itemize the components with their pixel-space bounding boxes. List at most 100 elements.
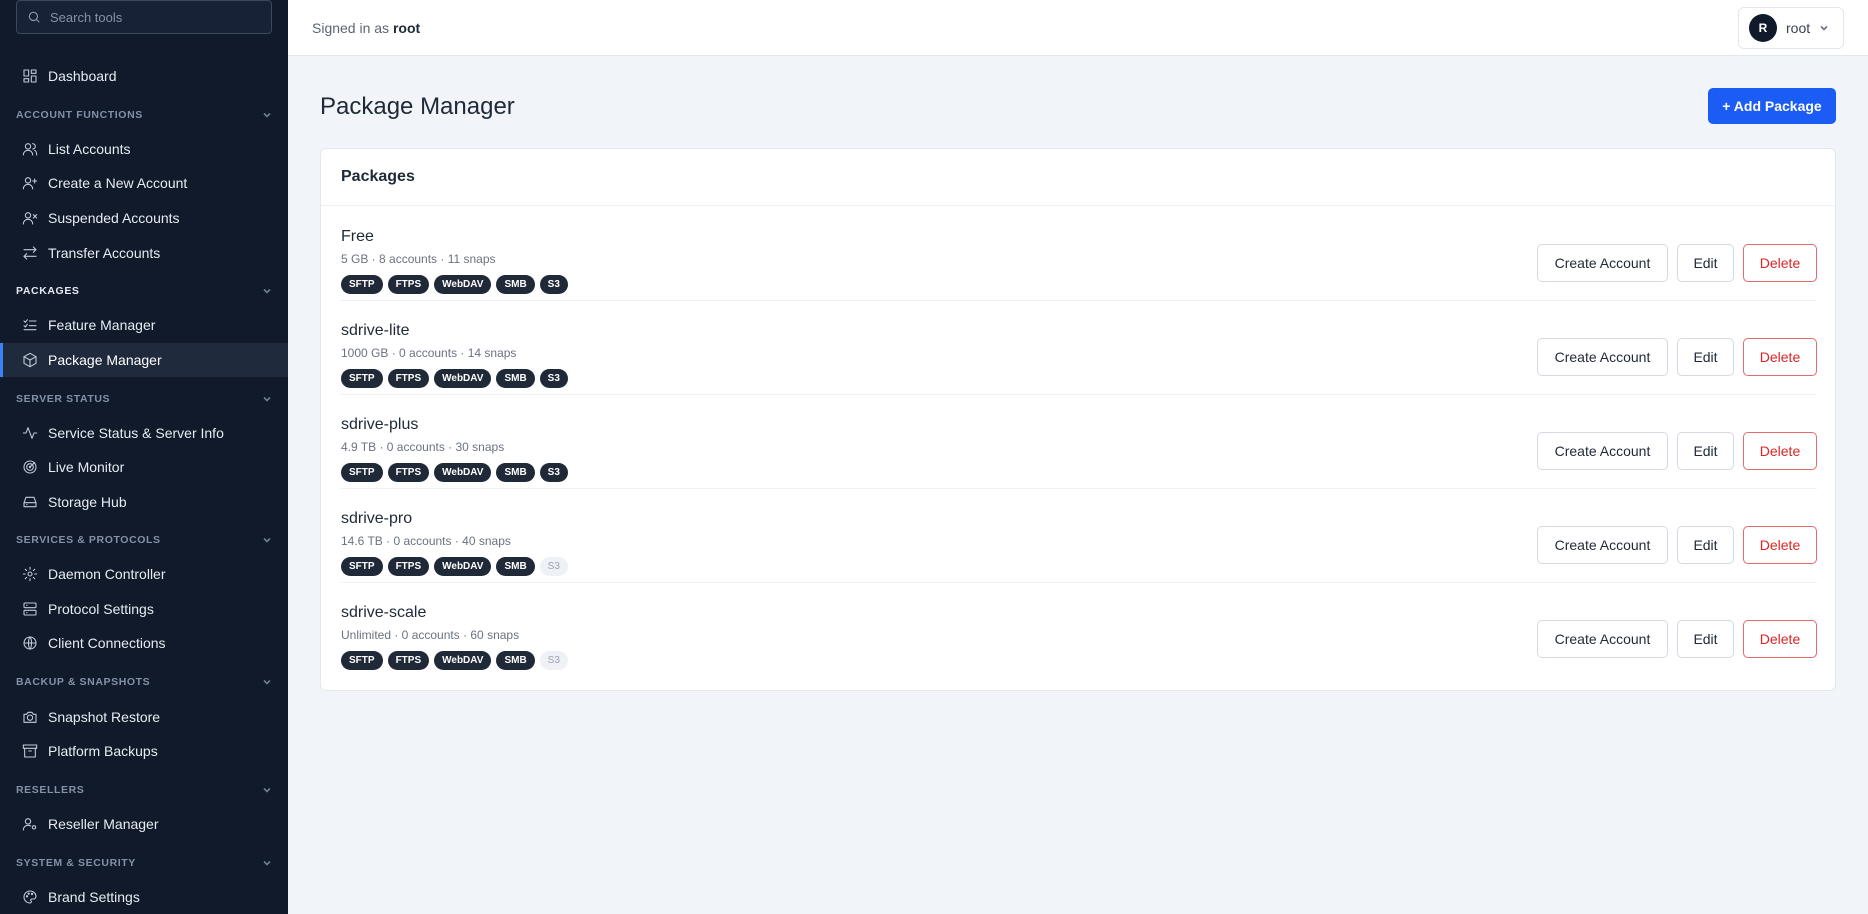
- protocol-badge: S3: [539, 463, 568, 482]
- section-services-protocols[interactable]: SERVICES & PROTOCOLS: [0, 530, 288, 550]
- sidebar-item-brand-settings[interactable]: Brand Settings: [0, 880, 288, 914]
- create-account-button[interactable]: Create Account: [1537, 620, 1668, 658]
- sidebar-item-suspended-accounts[interactable]: Suspended Accounts: [0, 201, 288, 235]
- sidebar-item-label: List Accounts: [48, 141, 131, 157]
- protocol-badges: SFTP FTPS WebDAV SMB S3: [341, 557, 568, 576]
- camera-icon: [22, 709, 38, 725]
- protocol-badge: S3: [539, 651, 568, 670]
- sidebar-item-service-status[interactable]: Service Status & Server Info: [0, 416, 288, 450]
- sidebar-item-label: Client Connections: [48, 635, 166, 651]
- package-meta: 1000 GB · 0 accounts · 14 snaps: [341, 346, 517, 360]
- package-row: sdrive-pro 14.6 TB · 0 accounts · 40 snap…: [341, 489, 1817, 583]
- list-checks-icon: [22, 317, 38, 333]
- edit-button[interactable]: Edit: [1677, 526, 1734, 564]
- package-name: Free: [341, 228, 374, 245]
- search-input[interactable]: [50, 9, 250, 25]
- create-account-button[interactable]: Create Account: [1537, 244, 1668, 282]
- package-name: sdrive-lite: [341, 322, 410, 339]
- protocol-badge: SFTP: [341, 651, 383, 670]
- search-box[interactable]: [16, 0, 272, 34]
- sidebar-item-package-manager[interactable]: Package Manager: [0, 343, 288, 377]
- package-meta: 14.6 TB · 0 accounts · 40 snaps: [341, 534, 511, 548]
- section-server-status[interactable]: SERVER STATUS: [0, 389, 288, 409]
- sidebar-item-snapshot-restore[interactable]: Snapshot Restore: [0, 700, 288, 734]
- sidebar-item-storage-hub[interactable]: Storage Hub: [0, 485, 288, 519]
- package-row: Free 5 GB · 8 accounts · 11 snaps SFTP FTPS…: [341, 207, 1817, 301]
- protocol-badges: SFTP FTPS WebDAV SMB S3: [341, 463, 568, 482]
- sidebar-item-create-account[interactable]: Create a New Account: [0, 166, 288, 200]
- delete-button[interactable]: Delete: [1743, 338, 1817, 376]
- packages-card: Packages Free 5 GB · 8 accounts · 11 snap…: [320, 148, 1836, 691]
- package-name: sdrive-scale: [341, 604, 427, 621]
- section-label: SYSTEM & SECURITY: [16, 857, 136, 869]
- edit-button[interactable]: Edit: [1677, 432, 1734, 470]
- protocol-badge: S3: [539, 275, 568, 294]
- section-label: ACCOUNT FUNCTIONS: [16, 109, 143, 121]
- sidebar-item-label: Snapshot Restore: [48, 709, 161, 725]
- protocol-badge: SFTP: [341, 463, 383, 482]
- package-meta: 5 GB · 8 accounts · 11 snaps: [341, 252, 496, 266]
- sidebar-item-feature-manager[interactable]: Feature Manager: [0, 308, 288, 342]
- section-account-functions[interactable]: ACCOUNT FUNCTIONS: [0, 105, 288, 125]
- chevron-down-icon: [263, 537, 271, 543]
- sidebar-item-live-monitor[interactable]: Live Monitor: [0, 450, 288, 484]
- section-label: RESELLERS: [16, 784, 85, 796]
- palette-icon: [22, 889, 38, 905]
- delete-button[interactable]: Delete: [1743, 432, 1817, 470]
- user-menu-button[interactable]: R root: [1738, 7, 1844, 49]
- create-account-button[interactable]: Create Account: [1537, 432, 1668, 470]
- section-packages[interactable]: PACKAGES: [0, 281, 288, 301]
- edit-button[interactable]: Edit: [1677, 338, 1734, 376]
- sidebar-item-label: Daemon Controller: [48, 566, 166, 582]
- delete-button[interactable]: Delete: [1743, 526, 1817, 564]
- radar-icon: [22, 459, 38, 475]
- sidebar-item-label: Dashboard: [48, 68, 117, 84]
- signed-in-username: root: [392, 20, 421, 36]
- delete-button[interactable]: Delete: [1743, 244, 1817, 282]
- sidebar-item-label: Protocol Settings: [48, 601, 154, 617]
- add-package-button[interactable]: + Add Package: [1708, 88, 1836, 124]
- section-resellers[interactable]: RESELLERS: [0, 780, 288, 800]
- protocol-badge: FTPS: [387, 463, 430, 482]
- sidebar-item-daemon-controller[interactable]: Daemon Controller: [0, 557, 288, 591]
- sidebar-item-label: Service Status & Server Info: [48, 425, 224, 441]
- sidebar-item-transfer-accounts[interactable]: Transfer Accounts: [0, 236, 288, 270]
- protocol-badge: FTPS: [387, 369, 430, 388]
- dashboard-grid-icon: [22, 68, 38, 84]
- protocol-badge: WebDAV: [434, 651, 492, 670]
- protocol-badges: SFTP FTPS WebDAV SMB S3: [341, 369, 568, 388]
- search-icon: [28, 11, 40, 23]
- chevron-down-icon: [263, 860, 271, 866]
- sidebar-item-label: Storage Hub: [48, 494, 127, 510]
- delete-button[interactable]: Delete: [1743, 620, 1817, 658]
- edit-button[interactable]: Edit: [1677, 244, 1734, 282]
- top-bar: Signed in as root R root: [288, 0, 1868, 56]
- package-name: sdrive-plus: [341, 416, 419, 433]
- package-actions: Create Account Edit Delete: [1537, 620, 1817, 658]
- protocol-badge: SMB: [496, 557, 535, 576]
- protocol-badge: SMB: [496, 275, 535, 294]
- section-backup-snapshots[interactable]: BACKUP & SNAPSHOTS: [0, 672, 288, 692]
- package-meta: Unlimited · 0 accounts · 60 snaps: [341, 628, 520, 642]
- chevron-down-icon: [263, 396, 271, 402]
- sidebar-item-protocol-settings[interactable]: Protocol Settings: [0, 592, 288, 626]
- protocol-badges: SFTP FTPS WebDAV SMB S3: [341, 275, 568, 294]
- sidebar-item-list-accounts[interactable]: List Accounts: [0, 132, 288, 166]
- sidebar-item-dashboard[interactable]: Dashboard: [0, 59, 288, 93]
- section-label: SERVER STATUS: [16, 393, 111, 405]
- archive-icon: [22, 743, 38, 759]
- user-menu-label: root: [1786, 20, 1811, 36]
- create-account-button[interactable]: Create Account: [1537, 338, 1668, 376]
- sidebar-item-label: Suspended Accounts: [48, 210, 180, 226]
- edit-button[interactable]: Edit: [1677, 620, 1734, 658]
- section-label: PACKAGES: [16, 285, 80, 297]
- avatar: R: [1749, 14, 1777, 42]
- section-system-security[interactable]: SYSTEM & SECURITY: [0, 853, 288, 873]
- create-account-button[interactable]: Create Account: [1537, 526, 1668, 564]
- package-meta: 4.9 TB · 0 accounts · 30 snaps: [341, 440, 505, 454]
- sidebar-item-reseller-manager[interactable]: Reseller Manager: [0, 807, 288, 841]
- sidebar-item-platform-backups[interactable]: Platform Backups: [0, 734, 288, 768]
- protocol-badge: FTPS: [387, 651, 430, 670]
- sidebar-item-client-connections[interactable]: Client Connections: [0, 626, 288, 660]
- transfer-arrows-icon: [22, 245, 38, 261]
